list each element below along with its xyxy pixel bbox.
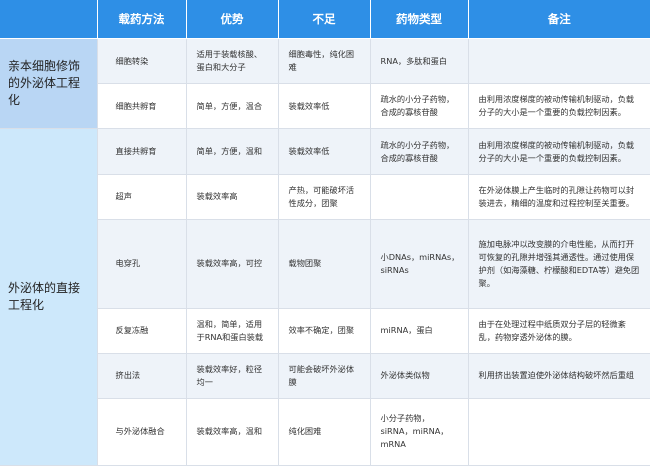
cell-note: 利用挤出装置迫使外泌体结构破坏然后重组 (468, 353, 650, 399)
header-note: 备注 (468, 0, 650, 39)
header-drug-type: 药物类型 (370, 0, 469, 39)
cell-advantage: 装载效率好，粒径均一 (186, 353, 279, 399)
cell-drug-type: 疏水的小分子药物，合成的寡核苷酸 (370, 83, 469, 130)
cell-disadvantage: 可能会破坏外泌体膜 (278, 353, 371, 399)
table-row: 外泌体的直接工程化 直接共孵育 简单，方便，温和 装载效率低 疏水的小分子药物，… (0, 128, 650, 466)
cell-method: 细胞共孵育 (97, 83, 187, 130)
cell-disadvantage: 装载效率低 (278, 83, 371, 130)
cell-advantage: 温和，简单，适用于RNA和蛋白装载 (186, 308, 279, 354)
cell-disadvantage: 效率不确定，团聚 (278, 308, 371, 354)
cell-advantage: 装载效率高 (186, 174, 279, 220)
cell-drug-type (370, 174, 469, 220)
cell-advantage: 装载效率高，可控 (186, 219, 279, 309)
header-group (0, 0, 98, 39)
cell-note: 由利用浓度梯度的被动传输机制驱动，负载分子的大小是一个重要的负载控制因素。 (468, 128, 650, 175)
header-disadvantage: 不足 (278, 0, 371, 39)
cell-disadvantage: 载物团聚 (278, 219, 371, 309)
cell-note: 施加电脉冲以改变膜的介电性能，从而打开可恢复的孔隙并增强其通透性。通过使用保护剂… (468, 219, 650, 309)
cell-method: 超声 (97, 174, 187, 220)
cell-method: 细胞转染 (97, 38, 187, 85)
header-advantage: 优势 (186, 0, 279, 39)
table-row: 挤出法 装载效率好，粒径均一 可能会破坏外泌体膜 外泌体类似物 利用挤出装置迫使… (0, 353, 650, 399)
cell-drug-type: 小分子药物，siRNA，miRNA，mRNA (370, 398, 469, 466)
exosome-drug-loading-table: 载药方法 优势 不足 药物类型 备注 亲本细胞修饰的外泌体工程化 细胞转染 适用… (0, 0, 650, 466)
cell-drug-type: 外泌体类似物 (370, 353, 469, 399)
table-row: 与外泌体融合 装载效率高，温和 纯化困难 小分子药物，siRNA，miRNA，m… (0, 398, 650, 466)
header-row: 载药方法 优势 不足 药物类型 备注 (0, 0, 650, 39)
cell-advantage: 简单，方便，温合 (186, 83, 279, 130)
cell-note (468, 398, 650, 466)
cell-note: 在外泌体膜上产生临时的孔隙让药物可以封装进去，精细的温度和过程控制至关重要。 (468, 174, 650, 220)
cell-disadvantage: 产热，可能破坏活性成分，团聚 (278, 174, 371, 220)
cell-drug-type: RNA，多肽和蛋白 (370, 38, 469, 85)
group-label: 外泌体的直接工程化 (0, 128, 98, 466)
cell-drug-type: 疏水的小分子药物，合成的寡核苷酸 (370, 128, 469, 175)
cell-disadvantage: 装载效率低 (278, 128, 371, 175)
group-label: 亲本细胞修饰的外泌体工程化 (0, 38, 98, 130)
table-row: 反复冻融 温和，简单，适用于RNA和蛋白装载 效率不确定，团聚 miRNA，蛋白… (0, 308, 650, 354)
cell-method: 直接共孵育 (97, 128, 187, 175)
cell-disadvantage: 纯化困难 (278, 398, 371, 466)
table-row: 细胞共孵育 简单，方便，温合 装载效率低 疏水的小分子药物，合成的寡核苷酸 由利… (0, 83, 650, 130)
cell-note (468, 38, 650, 85)
cell-method: 与外泌体融合 (97, 398, 187, 466)
table-row: 超声 装载效率高 产热，可能破坏活性成分，团聚 在外泌体膜上产生临时的孔隙让药物… (0, 174, 650, 220)
cell-advantage: 适用于装载核酸、蛋白和大分子 (186, 38, 279, 85)
table-row: 亲本细胞修饰的外泌体工程化 细胞转染 适用于装载核酸、蛋白和大分子 细胞毒性，纯… (0, 38, 650, 130)
cell-note: 由于在处理过程中纸质双分子层的轻微紊乱，药物穿透外泌体的膜。 (468, 308, 650, 354)
table-row: 电穿孔 装载效率高，可控 载物团聚 小DNAs，miRNAs，siRNAs 施加… (0, 219, 650, 309)
cell-method: 电穿孔 (97, 219, 187, 309)
header-method: 载药方法 (97, 0, 187, 39)
cell-note: 由利用浓度梯度的被动传输机制驱动，负载分子的大小是一个重要的负载控制因素。 (468, 83, 650, 130)
cell-advantage: 简单，方便，温和 (186, 128, 279, 175)
cell-drug-type: miRNA，蛋白 (370, 308, 469, 354)
cell-method: 反复冻融 (97, 308, 187, 354)
cell-drug-type: 小DNAs，miRNAs，siRNAs (370, 219, 469, 309)
cell-advantage: 装载效率高，温和 (186, 398, 279, 466)
cell-method: 挤出法 (97, 353, 187, 399)
cell-disadvantage: 细胞毒性，纯化困难 (278, 38, 371, 85)
